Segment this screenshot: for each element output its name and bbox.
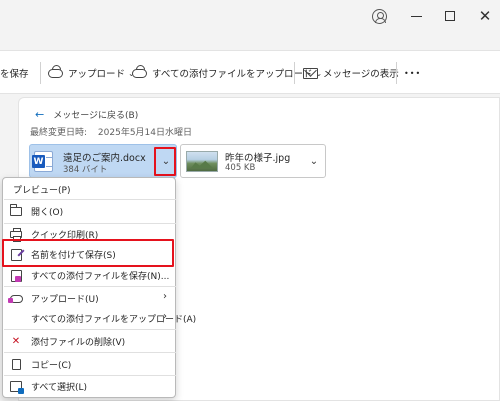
menu-item-delete[interactable]: ✕ 添付ファイルの削除(V) [3, 332, 175, 351]
attachment-card-jpg[interactable]: 昨年の様子.jpg 405 KB ⌄ [180, 144, 326, 178]
word-icon: W [32, 151, 53, 172]
menu-divider [4, 223, 176, 224]
more-icon: ••• [404, 68, 422, 78]
menu-item-label: コピー(C) [31, 361, 72, 371]
menu-item-preview[interactable]: プレビュー(P) [3, 180, 175, 199]
menu-item-label: 開く(O) [31, 208, 64, 218]
more-options-button[interactable]: ••• [404, 64, 421, 82]
folder-icon [10, 204, 22, 216]
account-avatar-button[interactable] [368, 5, 390, 27]
toolbar-divider [294, 62, 295, 84]
upload-all-label: すべての添付ファイルをアップロード [152, 69, 313, 80]
attachment-size: 384 バイト [63, 165, 108, 175]
menu-divider [4, 375, 176, 376]
attachment-name: 昨年の様子.jpg [225, 153, 291, 164]
attachment-toolbar: を保存 アップロード ⌄ すべての添付ファイルをアップロード ⌄ メッセージの表… [0, 50, 500, 94]
close-button[interactable]: ✕ [474, 5, 496, 27]
maximize-icon [445, 11, 455, 21]
attachment-dropdown-button[interactable]: ⌄ [305, 151, 323, 171]
show-message-button[interactable]: メッセージの表示 [303, 64, 399, 82]
menu-item-label: すべての添付ファイルを保存(N)... [31, 272, 170, 282]
menu-divider [4, 199, 176, 200]
attachment-name: 遠足のご案内.docx [63, 153, 146, 164]
delete-icon: ✕ [11, 336, 21, 347]
minimize-button[interactable] [405, 5, 427, 27]
back-to-message-link[interactable]: ← メッセージに戻る(B) [35, 108, 138, 121]
cloud-icon [48, 68, 63, 78]
arrow-left-icon: ← [35, 108, 45, 121]
last-modified-label: 最終変更日時: [30, 128, 88, 138]
upload-button[interactable]: アップロード ⌄ [48, 64, 135, 82]
menu-item-label: すべての添付ファイルをアップロード(A) [31, 315, 197, 325]
attachment-context-menu: プレビュー(P) 開く(O) クイック印刷(R) 名前を付けて保存(S) すべて… [2, 177, 196, 398]
menu-item-label: すべて選択(L) [31, 383, 88, 393]
menu-divider [4, 329, 176, 330]
show-message-label: メッセージの表示 [323, 69, 399, 80]
printer-icon [10, 228, 22, 242]
toolbar-divider [40, 62, 41, 84]
save-label: を保存 [0, 69, 29, 80]
chevron-right-icon: › [163, 291, 167, 302]
select-all-icon [10, 381, 24, 394]
save-button[interactable]: を保存 [0, 64, 29, 82]
menu-item-label: プレビュー(P) [13, 186, 71, 196]
menu-item-select-all[interactable]: すべて選択(L) [3, 377, 175, 396]
menu-divider [4, 352, 176, 353]
last-modified-value: 2025年5月14日水曜日 [97, 128, 193, 138]
menu-item-save-all[interactable]: すべての添付ファイルを保存(N)... [3, 266, 175, 285]
upload-label: アップロード [68, 69, 126, 80]
save-as-highlight-box [2, 239, 174, 267]
maximize-button[interactable] [439, 5, 461, 27]
title-bar: ✕ [0, 0, 500, 32]
last-modified: 最終変更日時: 2025年5月14日水曜日 [30, 125, 192, 138]
copy-icon [11, 356, 27, 370]
menu-divider [4, 286, 176, 287]
chevron-down-icon: ⌄ [309, 155, 319, 167]
toolbar-divider [396, 62, 397, 84]
dropdown-highlight-box [154, 147, 176, 176]
cloud-icon [132, 68, 147, 78]
chevron-right-icon: › [163, 311, 167, 322]
close-icon: ✕ [478, 6, 492, 25]
attachment-size: 405 KB [225, 163, 256, 173]
back-to-message-label: メッセージに戻る(B) [53, 111, 139, 121]
menu-item-label: 添付ファイルの削除(V) [31, 338, 126, 348]
cloud-upload-icon [7, 294, 23, 303]
image-thumbnail [186, 151, 218, 172]
save-all-icon [10, 269, 22, 282]
avatar-icon [371, 8, 387, 24]
menu-item-label: アップロード(U) [31, 295, 99, 305]
menu-item-upload[interactable]: アップロード(U) › [3, 289, 175, 308]
mail-icon [303, 67, 318, 79]
menu-item-copy[interactable]: コピー(C) [3, 355, 175, 374]
menu-item-open[interactable]: 開く(O) [3, 202, 175, 221]
minimize-icon [410, 15, 422, 17]
menu-item-upload-all[interactable]: すべての添付ファイルをアップロード(A) › [3, 309, 196, 328]
